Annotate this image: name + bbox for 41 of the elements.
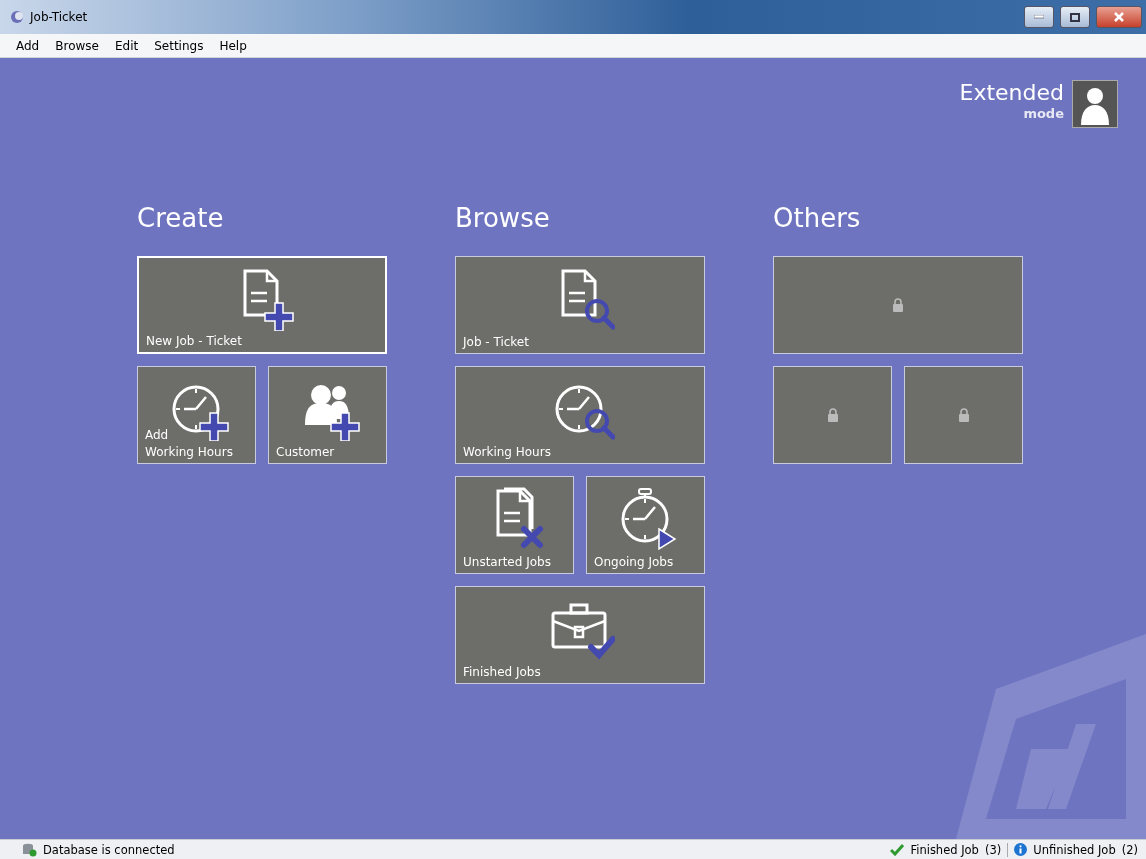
database-icon	[22, 842, 37, 857]
tile-button[interactable]: Finished Jobs	[455, 586, 705, 684]
mode-title: Extended	[959, 80, 1064, 106]
status-label: Unfinished Job	[1033, 842, 1116, 857]
menu-item[interactable]: Settings	[146, 36, 212, 55]
mode-subtitle: mode	[1023, 106, 1064, 121]
locked-tile[interactable]	[904, 366, 1023, 464]
tile-button[interactable]: New Job - Ticket	[137, 256, 387, 354]
tile-button[interactable]: Customer	[268, 366, 387, 464]
menu-item[interactable]: Add	[8, 36, 48, 55]
locked-tile[interactable]	[773, 366, 892, 464]
menu-item[interactable]: Browse	[47, 36, 107, 55]
status-text: Database is connected	[43, 842, 175, 857]
user-avatar-icon[interactable]	[1072, 80, 1118, 128]
status-count: (3)	[984, 842, 1002, 857]
close-icon	[1114, 12, 1124, 22]
maximize-icon	[1070, 12, 1080, 22]
status-label: Finished Job	[910, 842, 979, 857]
lock-icon	[826, 408, 839, 422]
minimize-icon	[1034, 15, 1044, 19]
tile-button[interactable]: Add Working Hours	[137, 366, 256, 464]
tile-button[interactable]: Working Hours	[455, 366, 705, 464]
tile-button[interactable]: Ongoing Jobs	[586, 476, 705, 574]
status-count: (2)	[1121, 842, 1138, 857]
section-heading: Others	[773, 202, 862, 234]
check-icon	[890, 843, 905, 856]
app-icon	[10, 10, 24, 24]
section-heading: Create	[137, 202, 225, 234]
maximize-button[interactable]	[1060, 6, 1090, 28]
lock-icon	[892, 298, 904, 312]
lock-icon	[957, 408, 970, 422]
info-icon	[1014, 843, 1028, 856]
minimize-button[interactable]	[1024, 6, 1054, 28]
window-title: Job-Ticket	[30, 10, 88, 24]
tile-button[interactable]: Unstarted Jobs	[455, 476, 574, 574]
tile-button[interactable]: Job - Ticket	[455, 256, 705, 354]
close-button[interactable]	[1096, 6, 1142, 28]
section-heading: Browse	[455, 202, 551, 234]
locked-tile[interactable]	[773, 256, 1023, 354]
menu-item[interactable]: Help	[211, 36, 255, 55]
menu-item[interactable]: Edit	[106, 36, 147, 55]
